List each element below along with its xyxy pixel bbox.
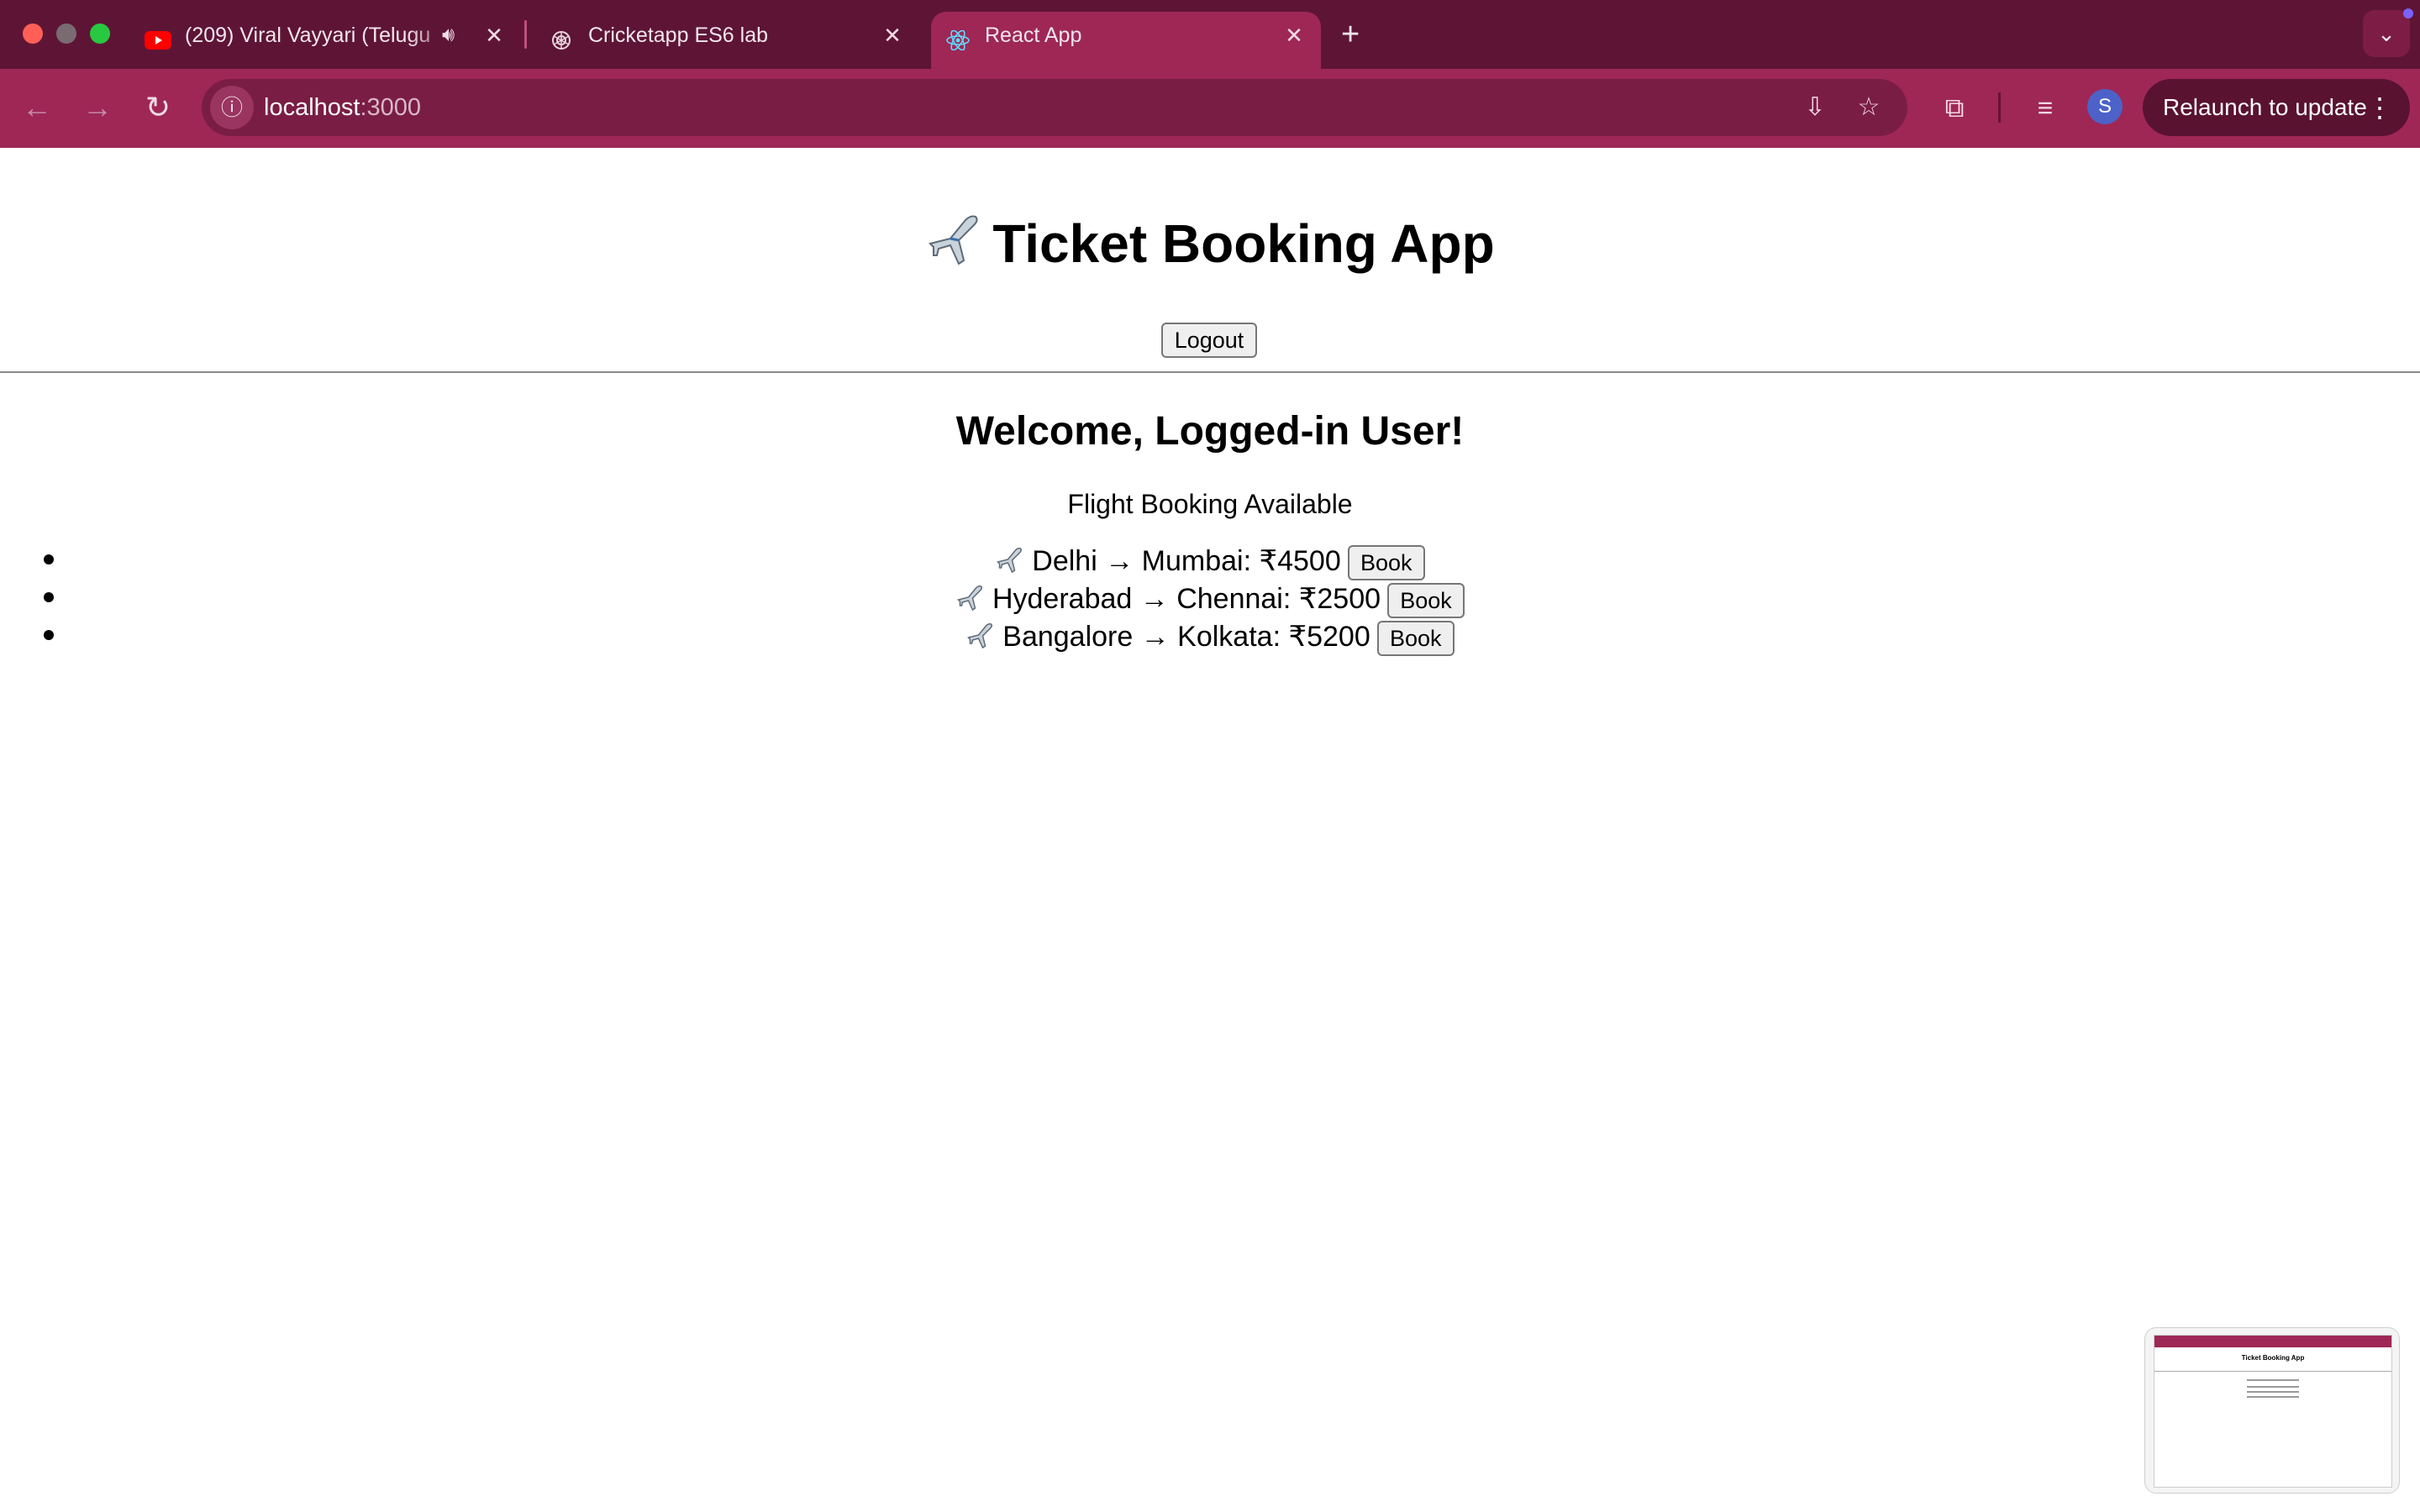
address-bar[interactable]: ⓘ localhost:3000 ⇩ ☆ <box>202 79 1907 136</box>
tab-title: Cricketapp ES6 lab <box>588 24 769 47</box>
profile-avatar[interactable]: S <box>2087 89 2123 124</box>
relaunch-label: Relaunch to update <box>2163 94 2367 120</box>
flight-row: Delhi → Mumbai: ₹4500 Book <box>0 543 2420 581</box>
tab-cricketapp[interactable]: Cricketapp ES6 lab ✕ <box>534 12 913 69</box>
maximize-window-button[interactable] <box>90 24 110 44</box>
list-item: Bangalore → Kolkata: ₹5200 Book <box>0 618 2420 657</box>
speaker-icon[interactable]: 🔊︎ <box>442 24 455 47</box>
book-button[interactable]: Book <box>1387 583 1465 619</box>
close-icon[interactable]: ✕ <box>482 24 506 47</box>
thumbnail-rule <box>2154 1371 2391 1372</box>
react-icon <box>946 30 970 50</box>
app-title-text: Ticket Booking App <box>992 213 1495 274</box>
book-button[interactable]: Book <box>1376 621 1455 657</box>
flight-row: Hyderabad → Chennai: ₹2500 Book <box>0 580 2420 619</box>
flight-list: Delhi → Mumbai: ₹4500 Book Hyderabad → Ch… <box>0 543 2420 657</box>
more-menu-icon[interactable]: ⋮ <box>2366 79 2393 136</box>
list-item: Delhi → Mumbai: ₹4500 Book <box>0 543 2420 581</box>
tab-search-button[interactable]: ⌄ <box>2363 8 2413 57</box>
welcome-heading: Welcome, Logged-in User! <box>955 409 1465 454</box>
screenshot-thumbnail[interactable]: Ticket Booking App <box>2144 1327 2400 1494</box>
back-button[interactable]: ← <box>17 87 57 128</box>
thumbnail-preview: Ticket Booking App <box>2154 1335 2392 1488</box>
install-app-icon[interactable]: ⇩ <box>1798 91 1832 124</box>
bookmark-star-icon[interactable]: ☆ <box>1852 91 1886 124</box>
page-content: Ticket Booking App Logout Welcome, Logge… <box>0 148 2420 1512</box>
thumbnail-line <box>2247 1379 2299 1381</box>
chatgpt-icon <box>552 31 571 50</box>
toolbar-divider <box>1998 92 2001 123</box>
thumbnail-line <box>2247 1396 2299 1398</box>
media-control-icon[interactable]: ≡ <box>2027 89 2064 126</box>
airplane-icon <box>929 215 978 265</box>
url-text[interactable]: localhost:3000 <box>264 79 421 136</box>
site-info-icon[interactable]: ⓘ <box>210 86 254 129</box>
page-title: Ticket Booking App <box>0 210 2420 277</box>
forward-button[interactable]: → <box>77 87 118 128</box>
reload-button[interactable]: ↻ <box>138 87 178 128</box>
flight-route: Delhi → Mumbai: ₹4500 <box>1032 545 1341 577</box>
thumbnail-toolbar <box>2154 1336 2391 1347</box>
flight-route: Hyderabad → Chennai: ₹2500 <box>992 583 1381 615</box>
tab-title: React App <box>985 24 1082 47</box>
tab-divider <box>524 20 527 49</box>
flight-availability-text: Flight Booking Available <box>1067 489 1353 519</box>
notification-dot <box>2403 8 2413 18</box>
thumbnail-line <box>2247 1386 2299 1388</box>
minimize-window-button[interactable] <box>56 24 76 44</box>
thumbnail-line <box>2247 1391 2299 1393</box>
logout-button[interactable]: Logout <box>1161 323 1257 358</box>
tab-youtube[interactable]: (209) Viral Vayyari (Telugu 🔊︎ ✕ <box>131 12 518 69</box>
tab-strip: (209) Viral Vayyari (Telugu 🔊︎ ✕ Cricket… <box>0 0 2420 69</box>
airplane-icon <box>997 548 1023 574</box>
new-tab-button[interactable]: + <box>1341 15 1360 54</box>
url-port: :3000 <box>360 94 422 121</box>
list-item: Hyderabad → Chennai: ₹2500 Book <box>0 580 2420 619</box>
youtube-icon <box>145 31 171 50</box>
tab-react-app[interactable]: React App ✕ <box>931 12 1321 69</box>
airplane-icon <box>957 585 983 612</box>
close-window-button[interactable] <box>23 24 43 44</box>
relaunch-button[interactable]: Relaunch to update ⋮ <box>2143 79 2410 136</box>
thumbnail-title: Ticket Booking App <box>2241 1354 2305 1362</box>
extensions-icon[interactable]: ⧉ <box>1936 89 1973 126</box>
url-host: localhost <box>264 94 360 121</box>
browser-toolbar: ← → ↻ ⓘ localhost:3000 ⇩ ☆ ⧉ ≡ S Relaunc… <box>0 69 2420 148</box>
book-button[interactable]: Book <box>1347 545 1425 581</box>
flight-route: Bangalore → Kolkata: ₹5200 <box>1002 621 1370 653</box>
close-icon[interactable]: ✕ <box>1282 24 1306 47</box>
airplane-icon <box>967 623 993 649</box>
tab-title: (209) Viral Vayyari (Telugu <box>185 24 431 47</box>
horizontal-rule <box>0 371 2420 373</box>
chevron-down-icon: ⌄ <box>2377 21 2396 46</box>
close-icon[interactable]: ✕ <box>881 24 904 47</box>
flight-row: Bangalore → Kolkata: ₹5200 Book <box>0 618 2420 657</box>
